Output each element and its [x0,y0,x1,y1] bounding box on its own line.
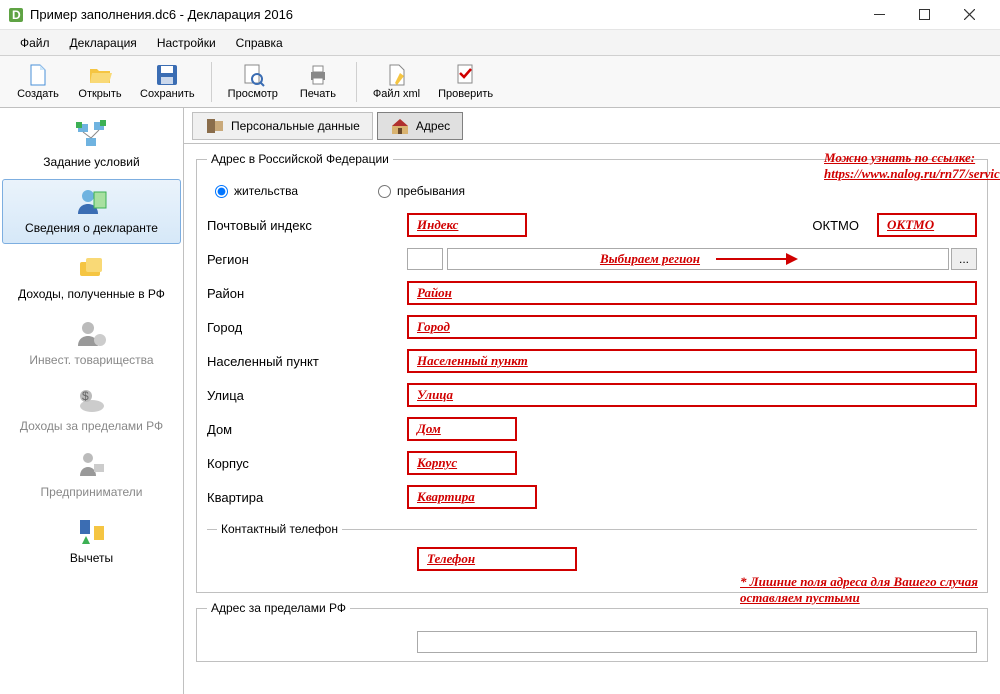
sidebar-item-deductions[interactable]: Вычеты [2,509,181,574]
sidebar-item-entrepreneurs[interactable]: Предприниматели [2,443,181,508]
phone-input[interactable]: Телефон [417,547,577,571]
titlebar: D Пример заполнения.dc6 - Декларация 201… [0,0,1000,30]
save-button[interactable]: Сохранить [132,61,203,102]
folder-open-icon [88,63,112,87]
foreign-address-legend: Адрес за пределами РФ [207,601,350,615]
xml-button[interactable]: Файл xml [365,61,428,102]
region-code-input[interactable] [407,248,443,270]
new-file-icon [26,63,50,87]
street-input[interactable]: Улица [407,383,977,407]
region-browse-button[interactable]: ... [951,248,977,270]
sidebar: Задание условий Сведения о декларанте До… [0,108,184,694]
preview-icon [241,63,265,87]
street-label: Улица [207,388,407,403]
income-rf-icon [76,252,108,284]
menu-declaration[interactable]: Декларация [60,32,147,54]
foreign-address-fieldset: Адрес за пределами РФ [196,601,988,662]
maximize-button[interactable] [902,1,947,29]
oktmo-input[interactable]: ОКТМО [877,213,977,237]
menu-help[interactable]: Справка [226,32,293,54]
conditions-icon [76,120,108,152]
invest-icon [76,318,108,350]
svg-text:$: $ [82,389,89,403]
svg-text:D: D [12,8,21,22]
region-name-input[interactable]: Выбираем регион [447,248,949,270]
rf-address-fieldset: Адрес в Российской Федерации жительства … [196,152,988,593]
radio-residence[interactable]: жительства [215,184,298,198]
minimize-button[interactable] [857,1,902,29]
close-button[interactable] [947,1,992,29]
create-button[interactable]: Создать [8,61,68,102]
check-icon [454,63,478,87]
save-icon [155,63,179,87]
form-body: Можно узнать по ссылке: https://www.nalo… [184,144,1000,694]
arrow-icon [716,258,796,260]
sidebar-item-declarant[interactable]: Сведения о декларанте [2,179,181,244]
window-title: Пример заполнения.dc6 - Декларация 2016 [30,7,857,22]
house-icon [390,116,410,136]
app-icon: D [8,7,24,23]
check-button[interactable]: Проверить [430,61,501,102]
open-button[interactable]: Открыть [70,61,130,102]
personal-icon [205,116,225,136]
city-label: Город [207,320,407,335]
sidebar-item-invest[interactable]: Инвест. товарищества [2,311,181,376]
building-input[interactable]: Корпус [407,451,517,475]
print-icon [306,63,330,87]
form-tabs: Персональные данные Адрес [184,108,1000,144]
declarant-icon [76,186,108,218]
house-input[interactable]: Дом [407,417,517,441]
apartment-label: Квартира [207,490,407,505]
window-controls [857,1,992,29]
entrepreneurs-icon [76,450,108,482]
locality-label: Населенный пункт [207,354,407,369]
postal-index-input[interactable]: Индекс [407,213,527,237]
preview-button[interactable]: Просмотр [220,61,286,102]
income-foreign-icon: $ [76,384,108,416]
building-label: Корпус [207,456,407,471]
sidebar-item-conditions[interactable]: Задание условий [2,113,181,178]
tab-address[interactable]: Адрес [377,112,463,140]
house-label: Дом [207,422,407,437]
locality-input[interactable]: Населенный пункт [407,349,977,373]
xml-file-icon [385,63,409,87]
menu-file[interactable]: Файл [10,32,60,54]
toolbar-separator [356,62,357,102]
postal-index-label: Почтовый индекс [207,218,407,233]
toolbar: Создать Открыть Сохранить Просмотр Печат… [0,56,1000,108]
rf-address-legend: Адрес в Российской Федерации [207,152,393,166]
sidebar-item-income-rf[interactable]: Доходы, полученные в РФ [2,245,181,310]
foreign-address-input[interactable] [417,631,977,653]
empty-fields-note: * Лишние поля адреса для Вашего случая о… [740,574,978,606]
city-input[interactable]: Город [407,315,977,339]
radio-stay[interactable]: пребывания [378,184,465,198]
print-button[interactable]: Печать [288,61,348,102]
main-area: Задание условий Сведения о декларанте До… [0,108,1000,694]
link-annotation: Можно узнать по ссылке: https://www.nalo… [824,150,1000,182]
oktmo-label: ОКТМО [812,218,859,233]
deductions-icon [76,516,108,548]
apartment-input[interactable]: Квартира [407,485,537,509]
sidebar-item-income-foreign[interactable]: $ Доходы за пределами РФ [2,377,181,442]
district-label: Район [207,286,407,301]
menubar: Файл Декларация Настройки Справка [0,30,1000,56]
region-label: Регион [207,252,407,267]
toolbar-separator [211,62,212,102]
tab-personal[interactable]: Персональные данные [192,112,373,140]
menu-settings[interactable]: Настройки [147,32,226,54]
content-area: Персональные данные Адрес Можно узнать п… [184,108,1000,694]
contact-legend: Контактный телефон [217,522,342,536]
district-input[interactable]: Район [407,281,977,305]
